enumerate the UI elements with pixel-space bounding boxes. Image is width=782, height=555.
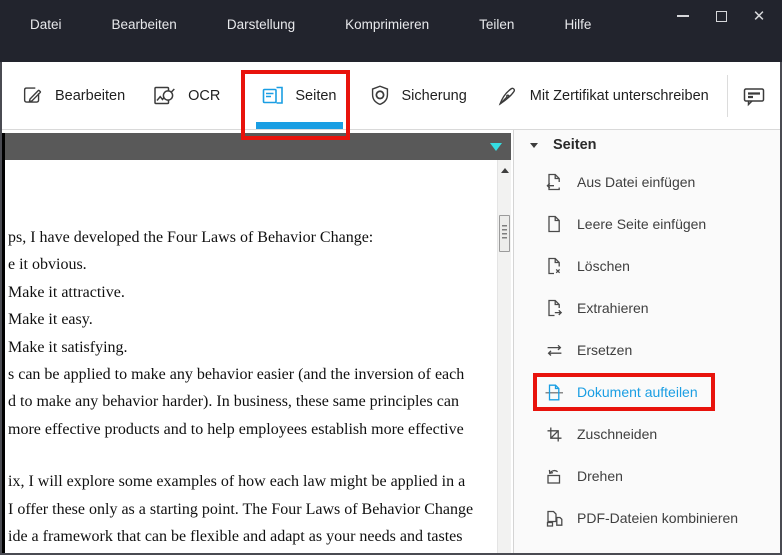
toolbar-item-bearbeiten[interactable]: Bearbeiten (20, 83, 125, 109)
toolbar-item-label: Mit Zertifikat unterschreiben (529, 87, 709, 104)
replace-page-icon (547, 344, 562, 356)
document-header-bar (5, 133, 511, 160)
extract-page-icon (548, 299, 563, 316)
toolbar-item-comment[interactable] (740, 82, 782, 110)
rotate-icon (547, 469, 561, 484)
minimize-icon (677, 15, 689, 17)
sidebar-item-dokument-aufteilen[interactable]: Dokument aufteilen (514, 371, 782, 413)
window-border-left (0, 62, 2, 555)
menu-item-komprimieren[interactable]: Komprimieren (345, 17, 429, 32)
maximize-button[interactable] (710, 5, 732, 27)
crop-icon (547, 427, 562, 441)
scrollbar-thumb[interactable] (499, 215, 510, 252)
sidebar-item-label: Extrahieren (577, 300, 649, 316)
sidebar-item-ersetzen[interactable]: Ersetzen (514, 329, 782, 371)
document-line: Make it easy. (8, 311, 93, 329)
toolbar-item-label: Bearbeiten (55, 87, 126, 104)
document-line: Make it attractive. (8, 283, 125, 301)
sidebar-item-label: PDF-Dateien kombinieren (577, 510, 739, 526)
toolbar-item-label: Seiten (295, 87, 337, 104)
menu-item-bearbeiten[interactable]: Bearbeiten (112, 17, 177, 32)
sidebar-item-extrahieren[interactable]: Extrahieren (514, 287, 782, 329)
insert-from-file-icon (546, 173, 560, 190)
vertical-scrollbar[interactable] (497, 160, 511, 555)
document-line: s can be applied to make any behavior ea… (8, 366, 465, 384)
certificate-sign-icon (498, 87, 515, 106)
sidebar-item-aus-datei-einfuegen[interactable]: Aus Datei einfügen (514, 161, 782, 203)
document-line: more effective products and to help empl… (8, 420, 464, 438)
seiten-panel-items: Aus Datei einfügen Leere Seite einfügen … (514, 161, 782, 539)
toolbar-item-label: OCR (188, 87, 221, 104)
edit-icon (23, 86, 42, 103)
document-line: ix, I will explore some examples of how … (8, 473, 466, 491)
titlebar: Datei Bearbeiten Darstellung Komprimiere… (0, 0, 782, 62)
document-line: Make it satisfying. (8, 338, 128, 356)
toolbar-item-label: Sicherung (401, 87, 467, 104)
sidebar-item-label: Leere Seite einfügen (577, 216, 707, 232)
chevron-down-icon[interactable] (530, 142, 538, 148)
collapse-panel-icon[interactable] (490, 143, 502, 151)
scroll-up-arrow-icon[interactable] (501, 168, 509, 173)
window-controls: ✕ (672, 5, 770, 27)
menu-item-teilen[interactable]: Teilen (479, 17, 514, 32)
document-line: ps, I have developed the Four Laws of Be… (8, 229, 374, 246)
document-line: d to make any behavior harder). In busin… (8, 393, 459, 411)
delete-page-icon (548, 257, 561, 274)
seiten-panel: Seiten Aus Datei einfügen Leere Seite ei… (513, 130, 782, 555)
menu-bar: Datei Bearbeiten Darstellung Komprimiere… (30, 17, 591, 32)
sidebar-item-loeschen[interactable]: Löschen (514, 245, 782, 287)
toolbar-item-sicherung[interactable]: Sicherung (367, 83, 467, 109)
content-area: ps, I have developed the Four Laws of Be… (0, 130, 782, 555)
document-line: I offer these only as a starting point. … (8, 500, 474, 518)
split-document-icon (545, 384, 563, 400)
sidebar-item-drehen[interactable]: Drehen (514, 455, 782, 497)
sidebar-item-label: Ersetzen (577, 342, 633, 358)
menu-item-hilfe[interactable]: Hilfe (564, 17, 591, 32)
sidebar-item-label: Dokument aufteilen (577, 384, 698, 400)
active-tab-underline (256, 121, 343, 129)
document-line: ide a framework that can be flexible and… (8, 528, 463, 546)
document-text: ps, I have developed the Four Laws of Be… (8, 224, 473, 550)
menu-item-datei[interactable]: Datei (30, 17, 62, 32)
document-line: e it obvious. (8, 256, 87, 274)
sidebar-item-label: Löschen (577, 258, 630, 274)
toolbar-separator (727, 74, 728, 117)
toolbar: Bearbeiten OCR Seiten Sicherung Mit Zert… (0, 62, 782, 140)
ocr-icon (154, 86, 175, 104)
toolbar-item-mit-zertifikat-unterschreiben[interactable]: Mit Zertifikat unterschreiben (495, 83, 709, 109)
combine-pdf-icon (546, 510, 563, 527)
sidebar-item-label: Aus Datei einfügen (577, 174, 696, 190)
toolbar-right (727, 74, 782, 117)
menu-item-darstellung[interactable]: Darstellung (227, 17, 295, 32)
highlight-box-seiten-tab (241, 69, 350, 140)
document-viewer: ps, I have developed the Four Laws of Be… (0, 130, 513, 555)
maximize-icon (715, 10, 727, 22)
toolbar-item-ocr[interactable]: OCR (151, 82, 220, 110)
minimize-button[interactable] (672, 5, 694, 27)
sidebar-item-label: Zuschneiden (577, 426, 658, 442)
shield-icon (371, 85, 388, 105)
toolbar-item-seiten[interactable]: Seiten (241, 69, 350, 140)
comment-icon (743, 87, 765, 106)
panel-title: Seiten (553, 137, 597, 153)
pages-icon (263, 86, 284, 104)
close-button[interactable]: ✕ (748, 5, 770, 27)
sidebar-item-zuschneiden[interactable]: Zuschneiden (514, 413, 782, 455)
sidebar-item-pdf-dateien-kombinieren[interactable]: PDF-Dateien kombinieren (514, 497, 782, 539)
close-icon: ✕ (752, 7, 766, 25)
sidebar-item-label: Drehen (577, 468, 623, 484)
sidebar-item-leere-seite-einfuegen[interactable]: Leere Seite einfügen (514, 203, 782, 245)
seiten-panel-header: Seiten (530, 137, 597, 153)
blank-page-icon (548, 215, 560, 232)
